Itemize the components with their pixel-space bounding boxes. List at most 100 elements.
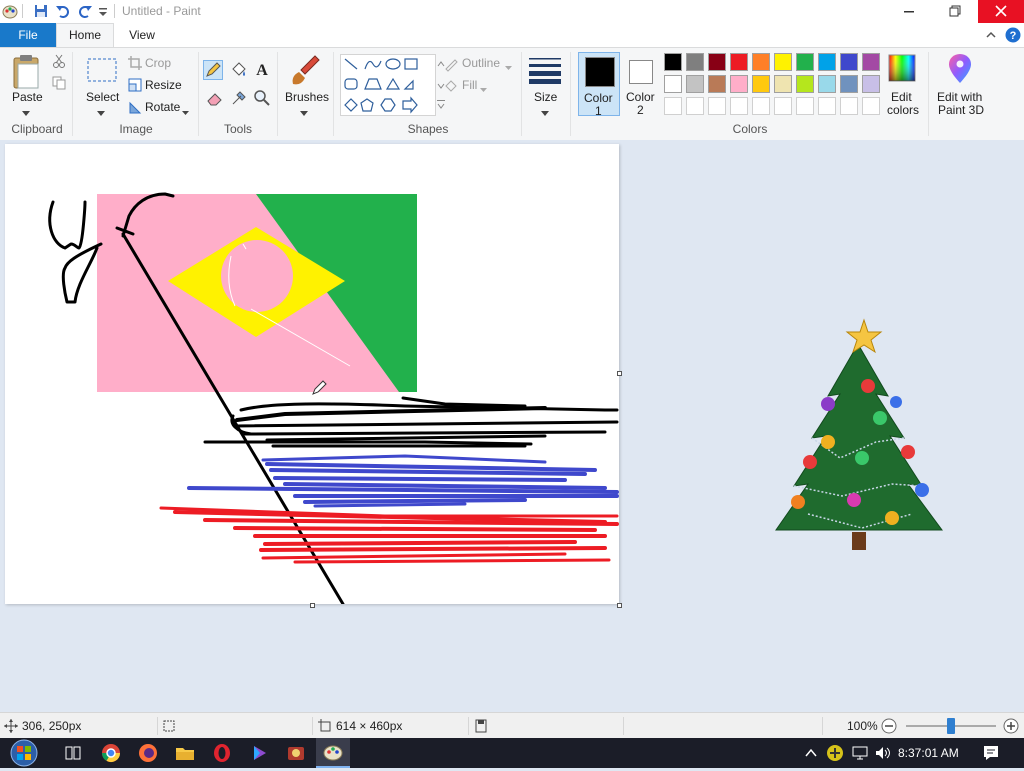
custom-color-slot[interactable] (664, 97, 682, 115)
brushes-dropdown-icon[interactable] (300, 106, 308, 120)
size-dropdown-icon[interactable] (541, 106, 549, 120)
collapse-ribbon-icon[interactable] (985, 29, 997, 44)
palette-swatch[interactable] (708, 75, 726, 93)
text-tool-icon[interactable]: A (253, 60, 271, 81)
firefox-icon[interactable] (137, 743, 159, 763)
palette-swatch[interactable] (818, 53, 836, 71)
custom-color-slot[interactable] (686, 97, 704, 115)
palette-swatch[interactable] (664, 53, 682, 71)
color2-button[interactable]: Color 2 (623, 52, 659, 117)
network-icon[interactable] (851, 744, 869, 765)
outline-icon[interactable] (443, 56, 459, 75)
copy-icon[interactable] (52, 76, 66, 93)
tab-view[interactable]: View (114, 23, 170, 47)
palette-swatch[interactable] (796, 75, 814, 93)
rotate-icon[interactable] (128, 100, 142, 117)
media-player-icon[interactable] (248, 743, 270, 763)
file-explorer-icon[interactable] (174, 743, 196, 763)
outline-label[interactable]: Outline (462, 56, 500, 70)
palette-swatch[interactable] (708, 53, 726, 71)
crop-label[interactable]: Crop (145, 56, 171, 70)
color-picker-icon[interactable] (230, 89, 248, 110)
fill-icon[interactable] (443, 78, 459, 97)
cut-icon[interactable] (52, 54, 66, 71)
magnifier-icon[interactable] (253, 89, 271, 110)
task-view-icon[interactable] (62, 743, 84, 763)
custom-color-slot[interactable] (708, 97, 726, 115)
paste-dropdown-icon[interactable] (22, 106, 30, 120)
resize-label[interactable]: Resize (145, 78, 182, 92)
redo-icon[interactable] (77, 3, 93, 19)
palette-swatch[interactable] (686, 53, 704, 71)
paste-button[interactable] (8, 54, 44, 95)
taskbar-clock[interactable]: 8:37:01 AM (898, 746, 959, 760)
custom-color-slot[interactable] (796, 97, 814, 115)
save-icon[interactable] (33, 3, 49, 19)
game-app-icon[interactable] (285, 743, 307, 763)
palette-swatch[interactable] (730, 53, 748, 71)
zoom-in-button[interactable] (1003, 718, 1019, 737)
size-icon[interactable] (528, 56, 562, 87)
rotate-dropdown-icon[interactable] (182, 105, 189, 119)
palette-swatch[interactable] (840, 53, 858, 71)
paint-app-icon[interactable] (2, 3, 18, 19)
custom-color-slot[interactable] (774, 97, 792, 115)
chrome-icon[interactable] (100, 743, 122, 763)
customize-quick-access-icon[interactable] (97, 3, 113, 19)
resize-handle-corner[interactable] (617, 603, 622, 608)
edit-colors-icon[interactable] (888, 54, 916, 85)
resize-handle-bottom[interactable] (310, 603, 315, 608)
rotate-label[interactable]: Rotate (145, 100, 180, 114)
undo-icon[interactable] (55, 3, 71, 19)
color2-label: Color (626, 90, 655, 104)
palette-swatch[interactable] (862, 75, 880, 93)
tab-file[interactable]: File (0, 23, 56, 47)
palette-swatch[interactable] (796, 53, 814, 71)
eraser-icon[interactable] (206, 89, 224, 110)
pencil-tool[interactable] (203, 60, 223, 80)
paint3d-icon[interactable] (946, 54, 974, 87)
show-hidden-icons[interactable] (804, 746, 818, 763)
minimize-button[interactable] (886, 0, 932, 23)
outline-dropdown-icon[interactable] (505, 60, 512, 74)
custom-color-slot[interactable] (752, 97, 770, 115)
start-button[interactable] (4, 738, 46, 771)
paint-taskbar-button[interactable] (316, 738, 350, 768)
shapes-gallery[interactable] (340, 54, 436, 116)
fill-bucket-icon[interactable] (229, 61, 247, 82)
custom-color-slot[interactable] (862, 97, 880, 115)
tab-home[interactable]: Home (56, 23, 114, 47)
palette-swatch[interactable] (774, 75, 792, 93)
palette-swatch[interactable] (752, 75, 770, 93)
resize-handle-right[interactable] (617, 371, 622, 376)
volume-icon[interactable] (874, 744, 892, 765)
custom-color-slot[interactable] (818, 97, 836, 115)
security-tray-icon[interactable] (826, 744, 844, 765)
zoom-slider-thumb[interactable] (947, 718, 955, 734)
palette-swatch[interactable] (818, 75, 836, 93)
restore-button[interactable] (932, 0, 978, 23)
palette-swatch[interactable] (774, 53, 792, 71)
resize-icon[interactable] (128, 78, 142, 95)
drawing-canvas[interactable] (5, 144, 619, 604)
custom-color-slot[interactable] (730, 97, 748, 115)
palette-swatch[interactable] (752, 53, 770, 71)
palette-swatch[interactable] (730, 75, 748, 93)
zoom-out-button[interactable] (881, 718, 897, 737)
custom-color-slot[interactable] (840, 97, 858, 115)
help-icon[interactable]: ? (1005, 27, 1021, 46)
fill-dropdown-icon[interactable] (480, 82, 487, 96)
palette-swatch[interactable] (862, 53, 880, 71)
select-button[interactable] (86, 56, 118, 87)
palette-swatch[interactable] (686, 75, 704, 93)
select-dropdown-icon[interactable] (97, 106, 105, 120)
close-button[interactable] (978, 0, 1024, 23)
fill-label[interactable]: Fill (462, 78, 477, 92)
action-center-icon[interactable] (982, 744, 1000, 765)
crop-icon[interactable] (128, 56, 142, 73)
color1-button[interactable]: Color 1 (578, 52, 620, 118)
brushes-button[interactable] (287, 54, 321, 91)
palette-swatch[interactable] (840, 75, 858, 93)
palette-swatch[interactable] (664, 75, 682, 93)
opera-icon[interactable] (211, 743, 233, 763)
